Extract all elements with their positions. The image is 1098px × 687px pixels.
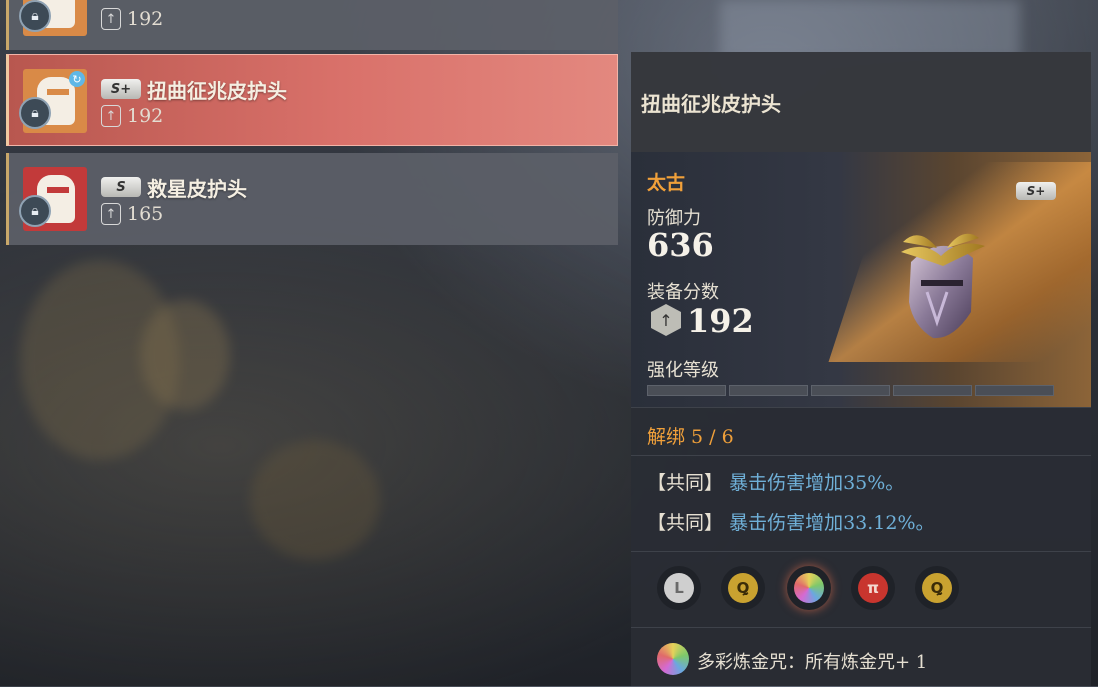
rune-slots: L Ꝗ π Ꝗ bbox=[631, 551, 1091, 628]
list-item-selected[interactable]: 🔒︎ ↻ S+ 扭曲征兆皮护头 ↑ 192 bbox=[6, 54, 618, 146]
score-label: 装备分数 bbox=[647, 282, 719, 303]
effect-line: 【共同】 暴击伤害增加33.12%。 bbox=[647, 508, 935, 535]
lock-icon: 🔒︎ bbox=[19, 195, 51, 227]
rainbow-rune-icon bbox=[657, 643, 689, 675]
item-hero: 太古 S+ 防御力 636 装备分数 ↑ 192 强化等级 bbox=[631, 152, 1091, 407]
set-bonus-footer: 多彩炼金咒：所有炼金咒+ 1 bbox=[631, 627, 1091, 687]
panel-title: 扭曲征兆皮护头 bbox=[641, 92, 781, 116]
rune-glyph: Ꝗ bbox=[922, 573, 952, 603]
rarity-label: 太古 bbox=[647, 172, 686, 194]
grade-badge: S+ bbox=[1016, 182, 1056, 200]
gear-score-icon: ↑ bbox=[101, 105, 121, 127]
rune-glyph: π bbox=[858, 573, 888, 603]
effect-text: 暴击伤害增加33.12%。 bbox=[729, 512, 935, 534]
rune-white-icon[interactable]: L bbox=[657, 566, 701, 610]
rune-glyph bbox=[794, 573, 824, 603]
refine-icon: ↻ bbox=[69, 71, 85, 87]
item-name: 救星皮护头 bbox=[147, 177, 247, 201]
helmet-icon: 🔒︎ bbox=[19, 0, 87, 36]
grade-badge: S bbox=[101, 177, 141, 197]
set-bonus-text: 多彩炼金咒：所有炼金咒+ 1 bbox=[697, 652, 928, 673]
rune-glyph: Ꝗ bbox=[728, 573, 758, 603]
effect-tag: 【共同】 bbox=[647, 472, 724, 494]
score-value: 192 bbox=[687, 302, 754, 340]
item-name: 扭曲征兆皮护头 bbox=[147, 79, 287, 103]
helmet-icon: 🔒︎ ↻ bbox=[19, 69, 87, 133]
unbind-count: 解绑 5 / 6 bbox=[647, 426, 734, 448]
enhance-segment bbox=[811, 385, 890, 396]
enhance-segment bbox=[729, 385, 808, 396]
enhance-segment bbox=[647, 385, 726, 396]
rune-glyph: L bbox=[664, 573, 694, 603]
rune-rainbow-icon[interactable] bbox=[787, 566, 831, 610]
enhance-label: 强化等级 bbox=[647, 360, 719, 381]
effect-text: 暴击伤害增加35%。 bbox=[729, 472, 905, 494]
effects-list: 【共同】 暴击伤害增加35%。 【共同】 暴击伤害增加33.12%。 bbox=[631, 455, 1091, 552]
rune-yellow-icon-2[interactable]: Ꝗ bbox=[915, 566, 959, 610]
item-score: 192 bbox=[127, 8, 164, 30]
rune-yellow-icon[interactable]: Ꝗ bbox=[721, 566, 765, 610]
list-item[interactable]: 🔒︎ S 救星皮护头 ↑ 165 bbox=[6, 153, 618, 245]
effect-tag: 【共同】 bbox=[647, 512, 724, 534]
helmet-icon: 🔒︎ bbox=[19, 167, 87, 231]
gear-score-icon: ↑ bbox=[101, 8, 121, 30]
list-item[interactable]: 🔒︎ ↑ 192 bbox=[6, 0, 618, 50]
effect-line: 【共同】 暴击伤害增加35%。 bbox=[647, 468, 904, 495]
lock-icon: 🔒︎ bbox=[19, 0, 51, 32]
defense-value: 636 bbox=[647, 226, 714, 264]
grade-badge: S+ bbox=[101, 79, 141, 99]
panel-header: 扭曲征兆皮护头 bbox=[631, 52, 1091, 152]
background-shape bbox=[720, 0, 1020, 60]
background-shape bbox=[140, 300, 230, 410]
rune-red-icon[interactable]: π bbox=[851, 566, 895, 610]
helmet-image bbox=[901, 233, 985, 339]
item-score: 192 bbox=[127, 105, 164, 127]
item-detail-panel: 扭曲征兆皮护头 太古 S+ 防御力 636 装备分数 ↑ 192 强化等级 解绑… bbox=[631, 52, 1091, 686]
enhance-level-bar bbox=[647, 385, 1054, 396]
enhance-segment bbox=[893, 385, 972, 396]
item-score: 165 bbox=[127, 203, 164, 225]
gear-score-icon: ↑ bbox=[651, 304, 681, 336]
background-shape bbox=[250, 440, 380, 560]
enhance-segment bbox=[975, 385, 1054, 396]
unbind-row: 解绑 5 / 6 bbox=[631, 407, 1091, 456]
lock-icon: 🔒︎ bbox=[19, 97, 51, 129]
gear-score-icon: ↑ bbox=[101, 203, 121, 225]
